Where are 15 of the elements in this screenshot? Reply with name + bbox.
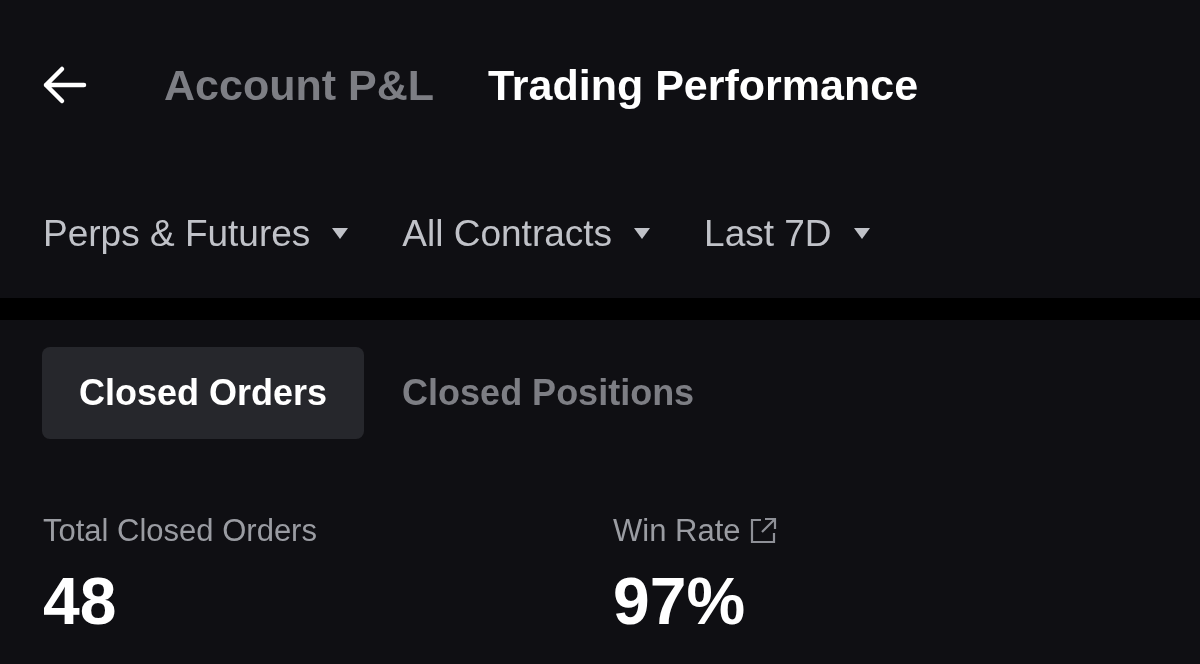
segment-tab[interactable]: Closed Orders — [42, 347, 365, 439]
external-link-icon[interactable] — [748, 516, 779, 546]
filter-dropdown[interactable]: All Contracts — [402, 213, 651, 255]
header-tab[interactable]: Account P&L — [164, 60, 434, 110]
stat-label: Total Closed Orders — [43, 513, 317, 549]
stat-value: 97% — [613, 563, 747, 639]
segment-tab[interactable]: Closed Positions — [402, 347, 695, 439]
filter-dropdown[interactable]: Last 7D — [704, 213, 870, 255]
caret-icon — [332, 228, 349, 240]
caret-icon — [634, 228, 651, 240]
stat-value: 48 — [43, 563, 118, 639]
caret-icon — [853, 228, 870, 240]
stat-label: Win Rate — [613, 513, 741, 549]
filter-dropdown[interactable]: Perps & Futures — [43, 213, 349, 255]
header-tab[interactable]: Trading Performance — [487, 60, 919, 110]
